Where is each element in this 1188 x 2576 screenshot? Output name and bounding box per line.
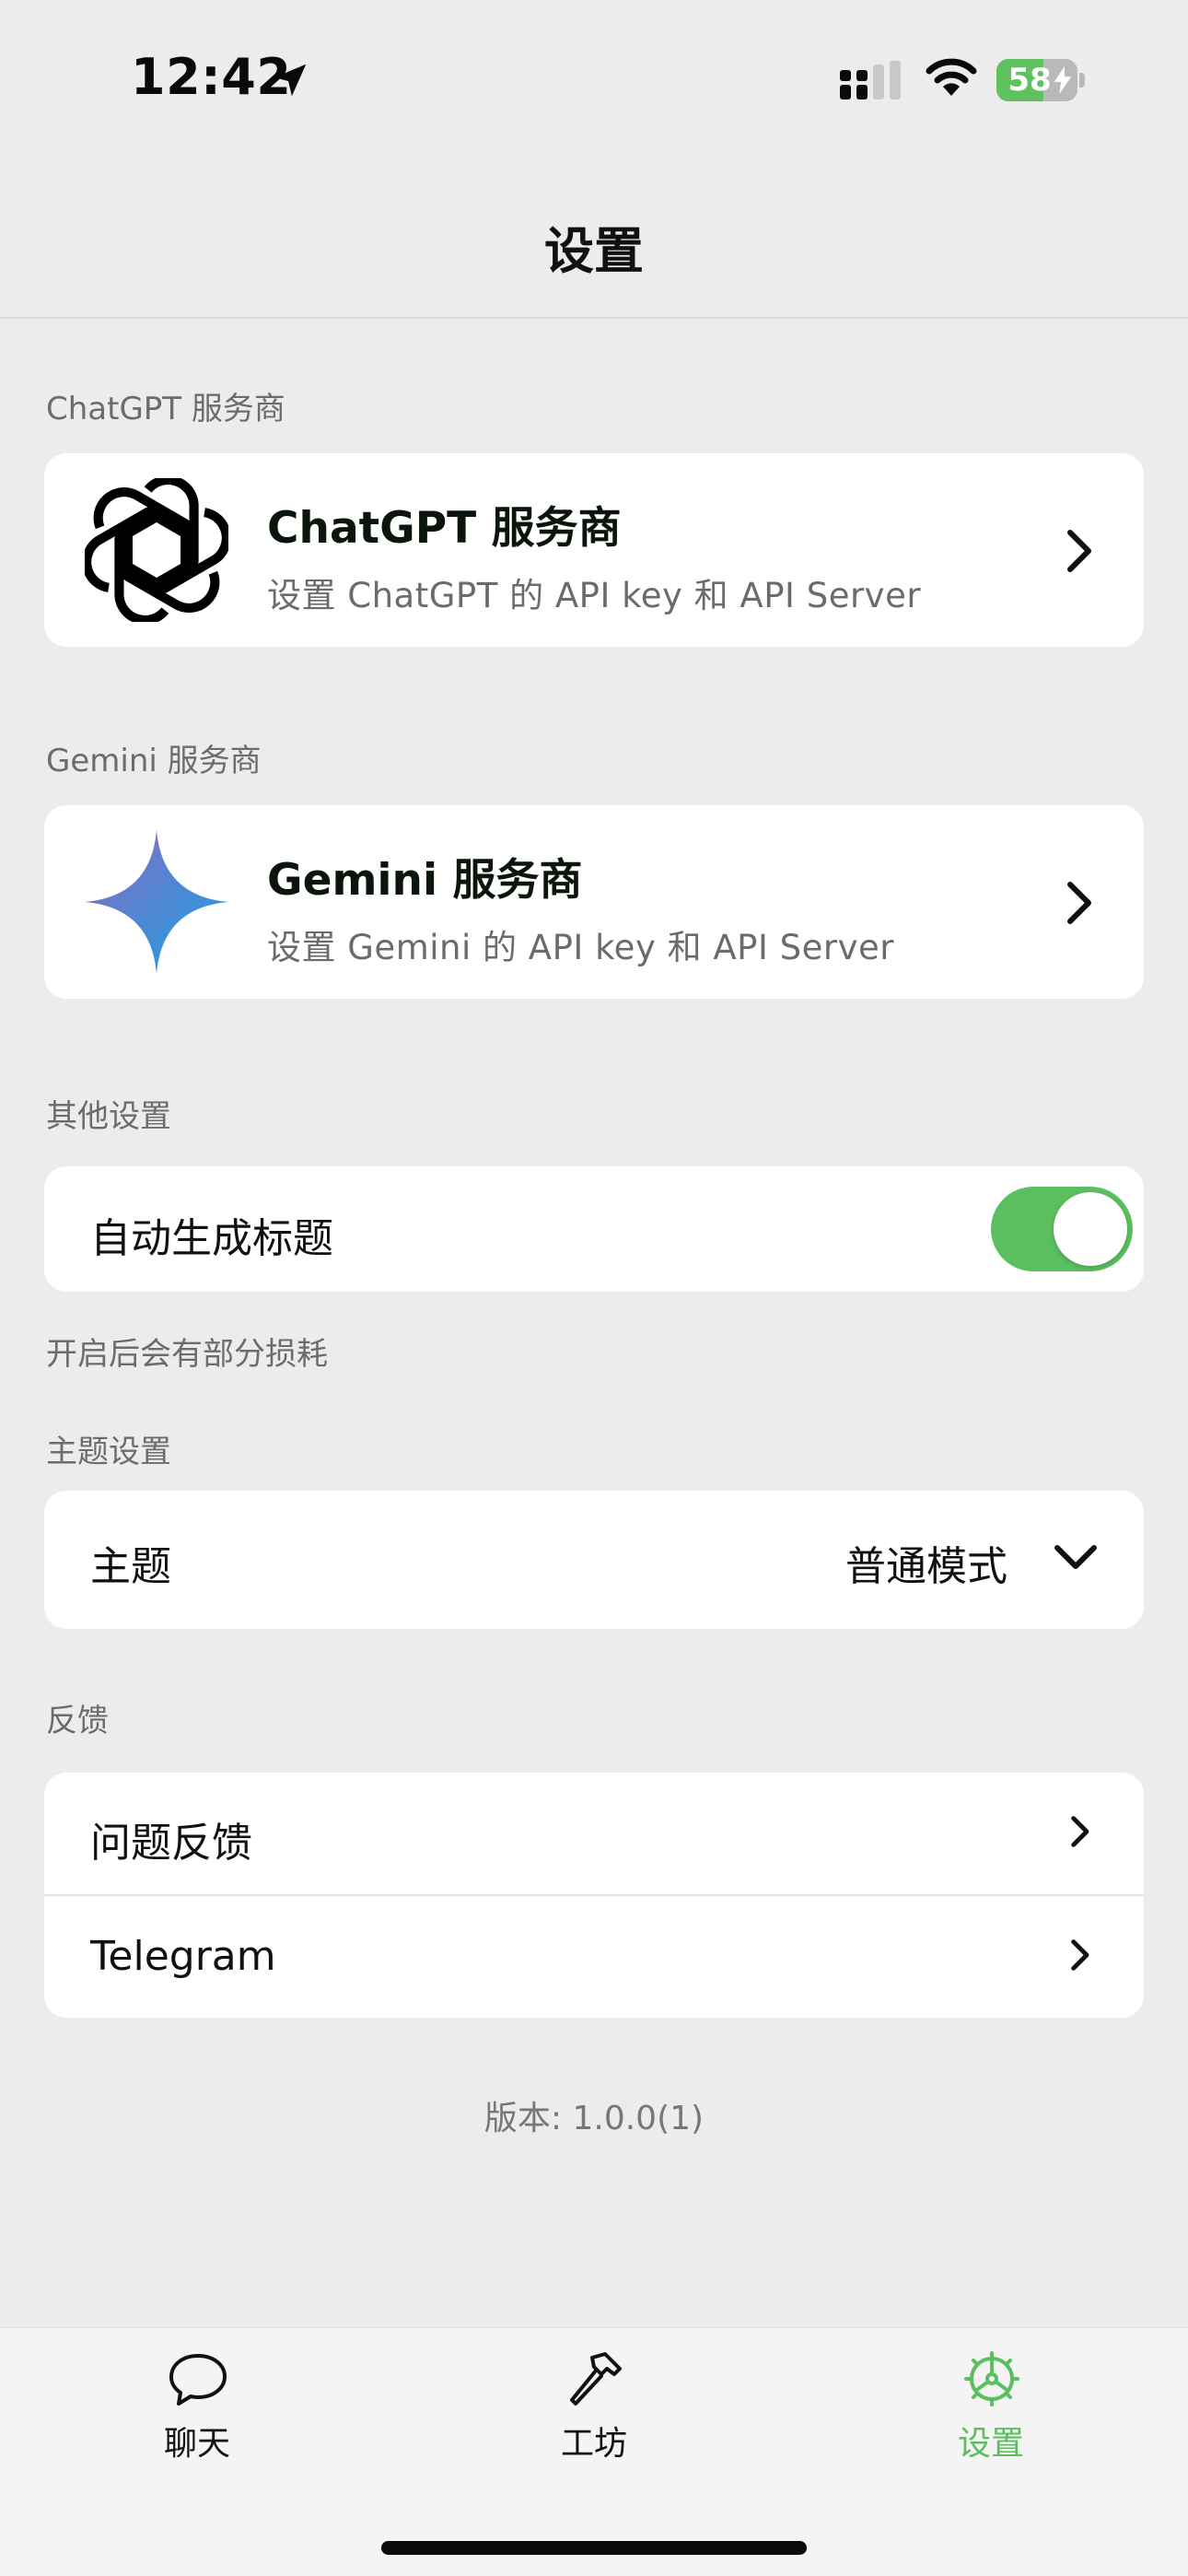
- status-bar: 12:42 58: [0, 0, 1188, 157]
- feedback-item-telegram[interactable]: Telegram: [44, 1896, 1144, 2018]
- gemini-provider-subtitle: 设置 Gemini 的 API key 和 API Server: [267, 928, 894, 967]
- tab-label: 设置: [957, 2425, 1024, 2463]
- gear-icon: [964, 2351, 1019, 2406]
- feedback-item-label: Telegram: [90, 1933, 276, 1980]
- chevron-right-icon: [1071, 1816, 1089, 1847]
- battery-indicator: 58: [996, 59, 1085, 101]
- charging-bolt-icon: [1054, 66, 1072, 94]
- chevron-right-icon: [1067, 530, 1091, 572]
- feedback-item-label: 问题反馈: [90, 1820, 252, 1867]
- gemini-provider-card[interactable]: Gemini 服务商 设置 Gemini 的 API key 和 API Ser…: [44, 805, 1144, 999]
- feedback-section-label: 反馈: [46, 1703, 109, 1739]
- cellular-signal-icon: [840, 61, 901, 100]
- chat-bubble-icon: [169, 2354, 227, 2406]
- version-label: 版本: 1.0.0(1): [483, 2100, 705, 2137]
- chevron-right-icon: [1071, 1939, 1089, 1971]
- chatgpt-provider-subtitle: 设置 ChatGPT 的 API key 和 API Server: [267, 576, 922, 615]
- gemini-section-label: Gemini 服务商: [46, 743, 262, 779]
- chevron-right-icon: [1067, 882, 1091, 924]
- theme-select-value[interactable]: 普通模式: [845, 1533, 1007, 1592]
- toggle-knob: [1054, 1192, 1127, 1266]
- chevron-down-icon[interactable]: [1054, 1539, 1098, 1575]
- other-settings-section-label: 其他设置: [46, 1098, 171, 1135]
- tab-label: 聊天: [163, 2425, 230, 2463]
- feedback-item-issue[interactable]: 问题反馈: [44, 1773, 1144, 1894]
- theme-row[interactable]: 主题 普通模式: [44, 1491, 1144, 1629]
- chatgpt-section-label: ChatGPT 服务商: [46, 391, 285, 427]
- header-divider: [0, 317, 1188, 319]
- tab-settings[interactable]: 设置: [890, 2328, 1092, 2485]
- gemini-logo-icon: [85, 830, 228, 974]
- status-time: 12:42: [131, 48, 292, 106]
- hammer-icon: [570, 2352, 622, 2406]
- tab-workshop[interactable]: 工坊: [493, 2328, 695, 2485]
- tab-label: 工坊: [560, 2425, 627, 2463]
- tab-bar: 聊天 工坊 设置: [0, 2327, 1188, 2576]
- location-arrow-icon: [274, 64, 307, 97]
- auto-title-row: 自动生成标题: [44, 1166, 1144, 1292]
- openai-logo-icon: [85, 478, 228, 622]
- auto-title-toggle[interactable]: [991, 1187, 1133, 1271]
- chatgpt-provider-title: ChatGPT 服务商: [267, 503, 622, 554]
- home-indicator: [381, 2541, 807, 2555]
- gemini-provider-title: Gemini 服务商: [267, 855, 583, 906]
- feedback-card: 问题反馈 Telegram: [44, 1773, 1144, 2018]
- tab-chat[interactable]: 聊天: [96, 2328, 298, 2485]
- theme-section-label: 主题设置: [46, 1434, 171, 1470]
- chatgpt-provider-card[interactable]: ChatGPT 服务商 设置 ChatGPT 的 API key 和 API S…: [44, 453, 1144, 647]
- theme-label: 主题: [90, 1543, 171, 1590]
- page-title: 设置: [544, 222, 644, 280]
- auto-title-label: 自动生成标题: [90, 1215, 333, 1262]
- wifi-icon: [926, 58, 977, 96]
- auto-title-footer-note: 开启后会有部分损耗: [46, 1336, 328, 1373]
